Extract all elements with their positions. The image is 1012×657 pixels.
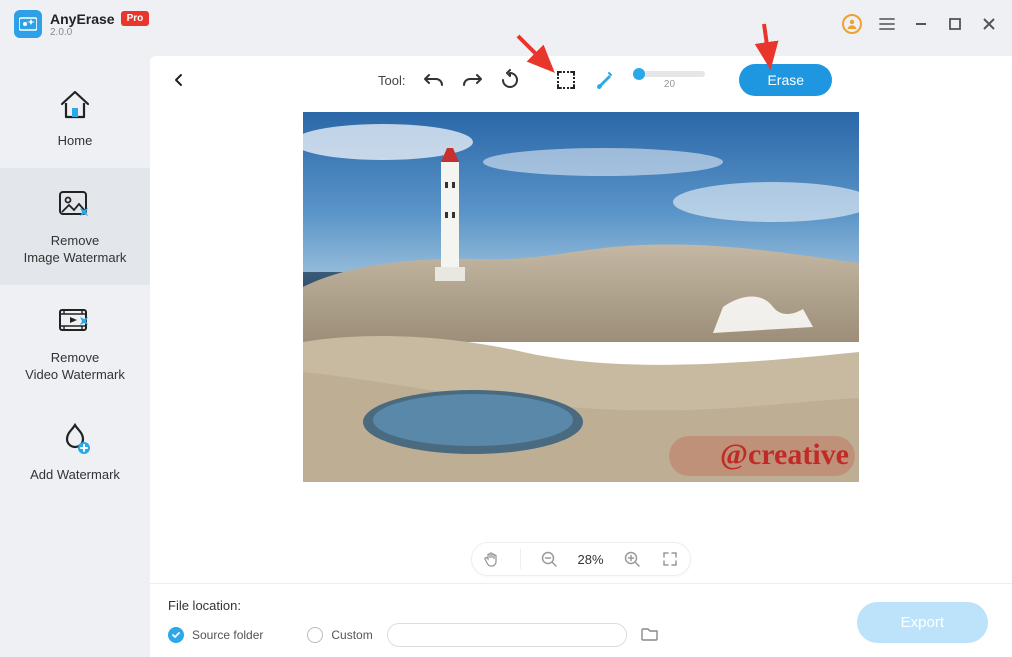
sidebar-item-add-watermark[interactable]: Add Watermark xyxy=(0,402,150,502)
app-title-block: AnyErase Pro 2.0.0 xyxy=(50,11,149,38)
sidebar-item-label: Home xyxy=(58,132,93,150)
canvas-area: Tool: 20 Erase xyxy=(150,56,1012,657)
radio-custom-label: Custom xyxy=(331,628,372,642)
pan-hand-icon[interactable] xyxy=(482,549,502,569)
zoom-out-button[interactable] xyxy=(539,549,559,569)
browse-folder-icon[interactable] xyxy=(641,626,659,644)
profile-icon[interactable] xyxy=(842,14,862,34)
image-viewport[interactable]: @creative xyxy=(150,104,1012,535)
video-watermark-icon xyxy=(56,303,94,341)
sidebar-item-remove-image-watermark[interactable]: Remove Image Watermark xyxy=(0,168,150,285)
sidebar-item-remove-video-watermark[interactable]: Remove Video Watermark xyxy=(0,285,150,402)
toolbar: Tool: 20 Erase xyxy=(150,56,1012,104)
sidebar: Home Remove Image Watermark Remove Video… xyxy=(0,48,150,657)
custom-path-input[interactable] xyxy=(387,623,627,647)
window-controls xyxy=(842,14,998,34)
home-icon xyxy=(56,86,94,124)
menu-icon[interactable] xyxy=(878,15,896,33)
app-version: 2.0.0 xyxy=(50,27,149,38)
back-button[interactable] xyxy=(168,69,190,91)
erase-button[interactable]: Erase xyxy=(739,64,832,96)
brush-size-value: 20 xyxy=(664,79,675,90)
app-name: AnyErase xyxy=(50,11,115,27)
zoom-bar: 28% xyxy=(150,535,1012,583)
undo-button[interactable] xyxy=(419,65,449,95)
export-button[interactable]: Export xyxy=(857,602,988,643)
brush-tool-button[interactable] xyxy=(589,65,619,95)
footer: File location: Source folder Custom Expo… xyxy=(150,583,1012,657)
sidebar-item-label: Remove Image Watermark xyxy=(24,232,127,267)
close-icon[interactable] xyxy=(980,15,998,33)
selection-tool-button[interactable] xyxy=(551,65,581,95)
redo-button[interactable] xyxy=(457,65,487,95)
sidebar-item-label: Remove Video Watermark xyxy=(25,349,125,384)
zoom-in-button[interactable] xyxy=(622,549,642,569)
zoom-percent: 28% xyxy=(577,552,603,567)
pro-badge: Pro xyxy=(121,11,150,26)
reset-button[interactable] xyxy=(495,65,525,95)
sidebar-item-home[interactable]: Home xyxy=(0,68,150,168)
brush-size-slider[interactable]: 20 xyxy=(633,71,705,90)
app-logo-icon xyxy=(14,10,42,38)
add-watermark-icon xyxy=(56,420,94,458)
radio-source-label: Source folder xyxy=(192,628,263,642)
fullscreen-button[interactable] xyxy=(660,549,680,569)
sidebar-item-label: Add Watermark xyxy=(30,466,120,484)
watermark-text: @creative xyxy=(720,438,849,472)
loaded-image: @creative xyxy=(303,112,859,482)
radio-custom[interactable]: Custom xyxy=(307,627,372,643)
tool-label: Tool: xyxy=(378,73,405,88)
maximize-icon[interactable] xyxy=(946,15,964,33)
image-watermark-icon xyxy=(56,186,94,224)
titlebar: AnyErase Pro 2.0.0 xyxy=(0,0,1012,48)
minimize-icon[interactable] xyxy=(912,15,930,33)
radio-source-folder[interactable]: Source folder xyxy=(168,627,263,643)
